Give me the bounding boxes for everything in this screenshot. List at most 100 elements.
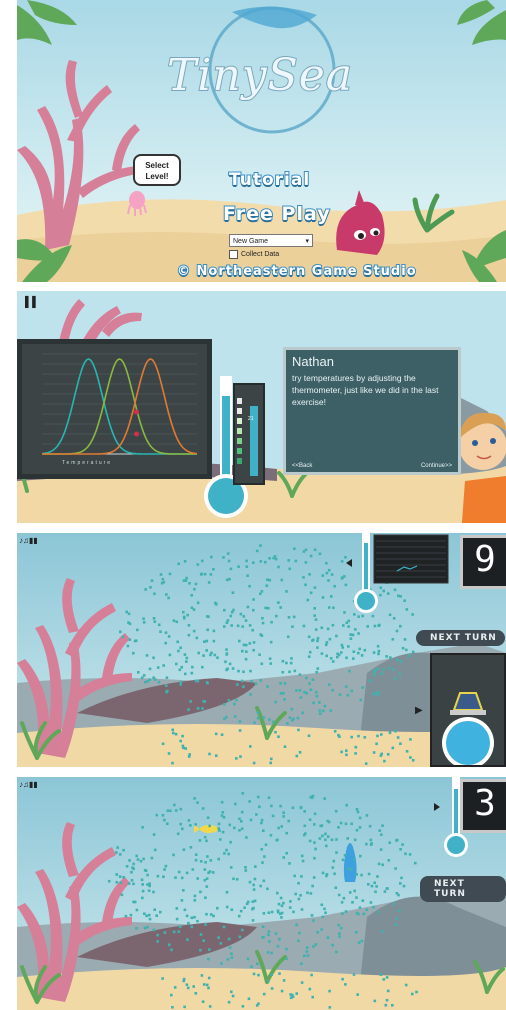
fish <box>249 745 252 748</box>
fish <box>271 814 275 818</box>
fish <box>183 616 186 620</box>
sound-settings-icon[interactable]: ♪♫▮▮ <box>19 780 38 789</box>
fish <box>208 824 211 828</box>
fish <box>368 824 372 828</box>
fish <box>148 884 151 888</box>
fish <box>265 584 269 587</box>
fish <box>380 672 384 676</box>
fish <box>214 601 217 605</box>
fish <box>391 746 395 750</box>
fish <box>359 854 362 858</box>
chart-grid <box>42 353 197 455</box>
fish <box>381 863 384 867</box>
fish <box>126 644 130 648</box>
fish <box>221 830 225 834</box>
fish <box>241 792 245 795</box>
fish <box>278 937 281 941</box>
fish <box>282 979 286 982</box>
free-play-button[interactable]: Free Play <box>222 202 331 226</box>
fish <box>275 838 279 842</box>
fish <box>314 628 318 631</box>
fish <box>268 578 272 582</box>
next-turn-button[interactable]: NEXT TURN <box>416 630 505 646</box>
fish <box>205 885 209 888</box>
fish <box>133 639 137 643</box>
fish <box>392 902 396 906</box>
fish <box>309 554 313 558</box>
fish <box>245 565 249 568</box>
fish <box>269 640 273 644</box>
fish <box>298 689 302 692</box>
fish <box>244 657 248 661</box>
pause-icon[interactable]: ▌▌ <box>25 297 39 308</box>
fish <box>259 884 262 888</box>
fish <box>223 625 226 628</box>
fish <box>321 596 325 599</box>
fish <box>355 896 358 899</box>
fish <box>252 906 255 910</box>
fish <box>250 680 253 683</box>
fish <box>289 900 292 903</box>
fish <box>181 744 185 748</box>
game-screen-turn-3: ♪♫▮▮ 3 NEXT TURN <box>17 777 506 1010</box>
secondary-gauge[interactable] <box>432 655 504 767</box>
fish <box>183 908 187 912</box>
fish <box>220 814 224 817</box>
fish <box>286 722 289 725</box>
fish <box>203 572 207 576</box>
fish <box>193 894 197 898</box>
sound-settings-icon[interactable]: ♪♫▮▮ <box>19 536 38 545</box>
fish <box>187 708 190 711</box>
play-arrow-icon[interactable]: ▶ <box>415 705 423 716</box>
fish <box>251 628 254 632</box>
fish <box>237 565 240 568</box>
fish <box>277 601 280 604</box>
fish <box>306 954 310 957</box>
fish <box>344 822 348 826</box>
fish <box>201 807 205 810</box>
thermometer[interactable] <box>202 376 272 523</box>
fish <box>388 666 391 670</box>
turn-counter: 9 <box>460 535 506 589</box>
fish <box>391 1004 394 1007</box>
title-screen: TinySea Select Level! Tutorial Free Play… <box>17 0 506 282</box>
fish <box>279 682 282 685</box>
collect-data-row[interactable]: Collect Data <box>229 250 279 259</box>
fish <box>129 913 133 917</box>
tutorial-button[interactable]: Tutorial <box>228 169 310 191</box>
fish <box>136 628 139 632</box>
fish <box>335 851 338 854</box>
dialog-continue-button[interactable]: Continue>> <box>421 463 452 469</box>
fish <box>199 860 203 863</box>
fish <box>153 908 156 911</box>
fish <box>165 684 168 687</box>
fish <box>382 668 385 671</box>
fish <box>325 844 328 848</box>
fish <box>409 756 412 759</box>
fish <box>355 873 358 876</box>
fish <box>225 890 229 894</box>
fish <box>282 811 285 814</box>
chart-series-line <box>41 358 197 455</box>
fish <box>272 556 275 560</box>
fish <box>282 856 285 859</box>
fish <box>356 810 360 814</box>
fish <box>152 833 156 836</box>
fish <box>353 838 357 842</box>
temperature-thermometer[interactable] <box>342 533 452 618</box>
fish <box>210 555 213 559</box>
dialog-back-button[interactable]: <<Back <box>292 463 312 469</box>
save-select[interactable]: New Game ▾ <box>229 234 313 247</box>
fish <box>397 909 401 912</box>
fish <box>282 901 285 905</box>
fish <box>368 679 372 682</box>
chart-series-line <box>42 358 198 455</box>
fish <box>219 838 222 841</box>
fish <box>330 573 334 576</box>
fish <box>399 660 403 663</box>
collect-data-checkbox[interactable] <box>229 250 238 259</box>
fish <box>228 662 232 666</box>
fish <box>373 624 377 628</box>
next-turn-button[interactable]: NEXT TURN <box>420 876 506 902</box>
fish <box>341 858 345 862</box>
